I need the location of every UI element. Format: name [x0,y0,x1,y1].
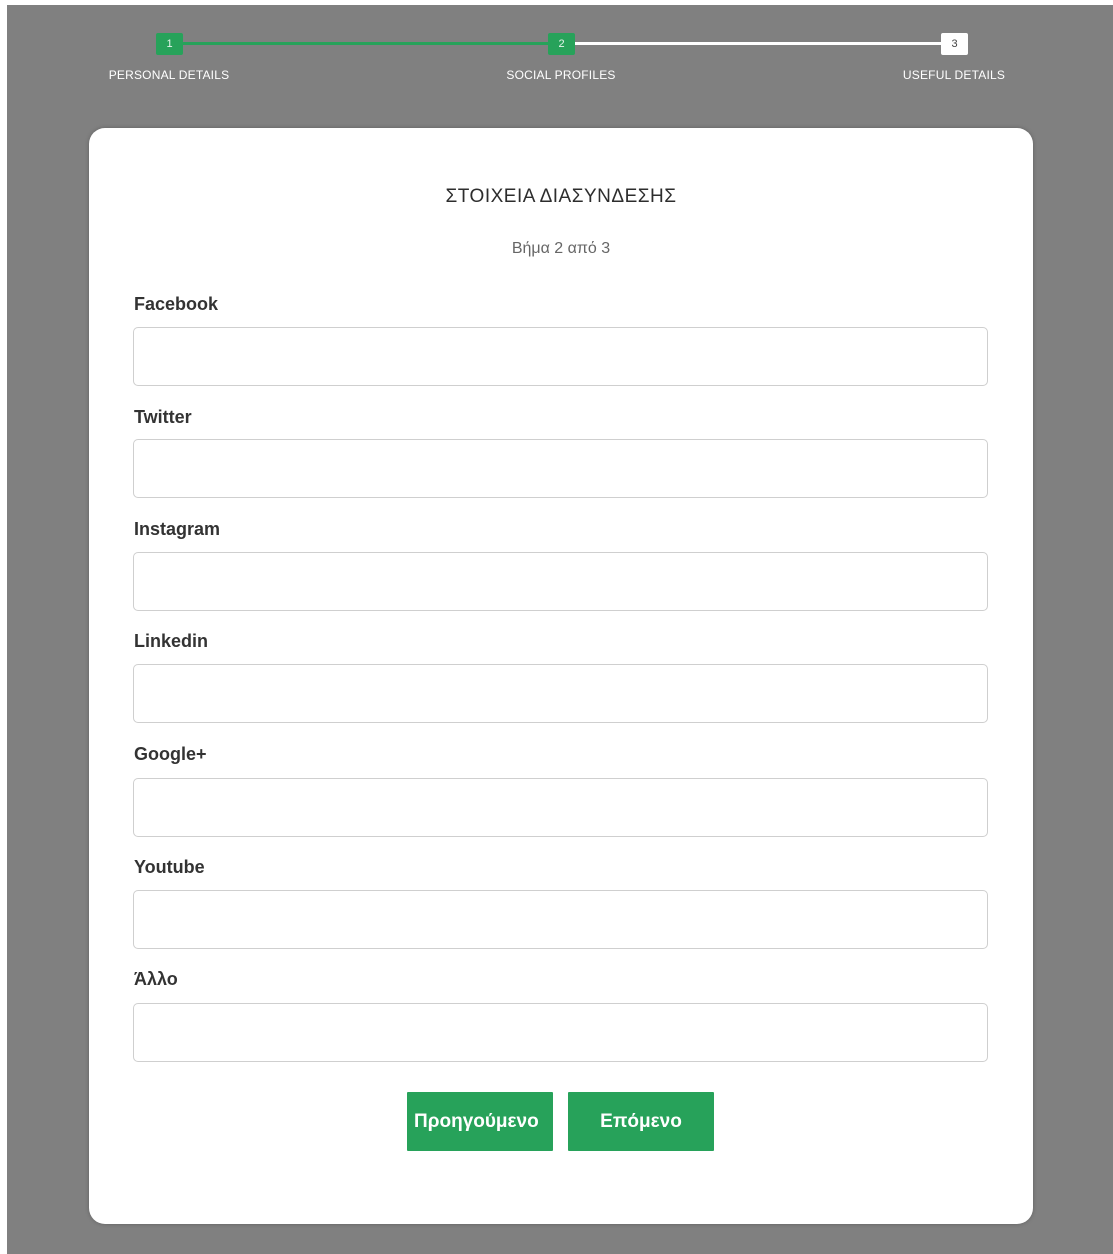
linkedin-label: Linkedin [134,631,209,651]
previous-button[interactable]: Προηγούμενο [407,1092,553,1151]
form-card: ΣΤΟΙΧΕΙΑ ΔΙΑΣΥΝΔΕΣΗΣ Βήμα 2 από 3 Facebo… [89,128,1033,1224]
youtube-label: Youtube [134,857,205,877]
next-button[interactable]: Επόμενο [568,1092,714,1151]
google-plus-label: Google+ [134,744,207,764]
form-title: ΣΤΟΙΧΕΙΑ ΔΙΑΣΥΝΔΕΣΗΣ [445,186,677,207]
step-3-label: USEFUL DETAILS [902,68,1006,82]
facebook-input[interactable] [133,327,988,386]
progress-line-completed [169,42,561,45]
step-1-marker[interactable]: 1 [156,33,183,55]
twitter-label: Twitter [134,407,192,427]
linkedin-input[interactable] [133,664,988,723]
step-2-label: SOCIAL PROFILES [506,68,616,82]
other-input[interactable] [133,1003,988,1062]
twitter-input[interactable] [133,439,988,498]
window-edge-left [0,0,7,1254]
step-1-label: PERSONAL DETAILS [108,68,230,82]
other-label: Άλλο [134,969,178,989]
google-plus-input[interactable] [133,778,988,837]
step-3-marker[interactable]: 3 [941,33,968,55]
youtube-input[interactable] [133,890,988,949]
window-edge-top [0,0,1113,5]
instagram-input[interactable] [133,552,988,611]
step-2-marker[interactable]: 2 [548,33,575,55]
instagram-label: Instagram [134,519,221,539]
form-step-indicator: Βήμα 2 από 3 [511,240,611,257]
facebook-label: Facebook [134,294,219,314]
progress-line-remaining [561,42,954,45]
